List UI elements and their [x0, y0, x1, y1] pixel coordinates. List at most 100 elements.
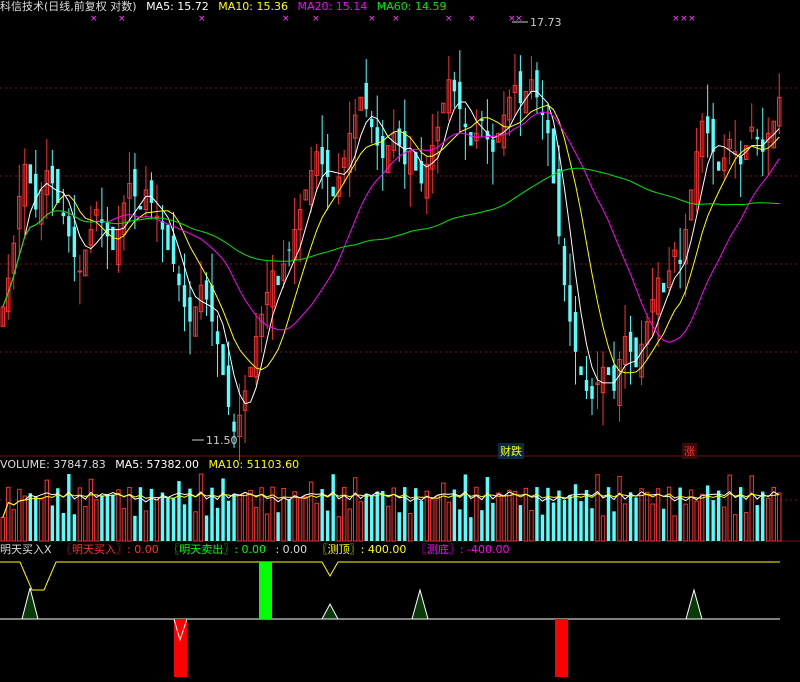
volume-bar	[661, 508, 666, 541]
volume-bar	[672, 515, 677, 542]
candle-body	[738, 156, 743, 165]
volume-bar	[639, 488, 644, 542]
indicator-sell: 〖明天卖出〗: 0.00	[168, 543, 266, 556]
candle-body	[518, 71, 523, 104]
volume-bar	[386, 505, 391, 542]
candle-body	[177, 273, 181, 286]
candle-body	[590, 386, 594, 399]
volume-bar	[88, 478, 94, 542]
top-cross-marker: ×	[118, 14, 126, 24]
volume-bar	[331, 474, 335, 541]
volume-bar	[617, 475, 622, 542]
volume-bar	[182, 504, 187, 541]
stock-chart: 17.73 11.50 × × × × × × × × × × × × × ×	[0, 14, 800, 677]
top-cross-marker: ×	[672, 14, 680, 24]
volume-bar	[111, 494, 115, 541]
volume-ma5: MA5: 57382.00	[115, 458, 199, 471]
volume-bar	[529, 509, 534, 542]
ma5-value: MA5: 15.72	[146, 0, 209, 13]
candle-body	[370, 118, 374, 128]
bottom-signal-spike	[411, 588, 429, 620]
candle-body	[612, 365, 616, 391]
volume-bar	[336, 516, 341, 542]
volume-bar	[50, 505, 55, 541]
low-price-label: 11.50	[206, 434, 238, 447]
volume-bar	[375, 491, 379, 541]
volume-bar	[523, 487, 529, 542]
volume-bar	[358, 501, 363, 542]
volume-bar	[56, 488, 60, 541]
volume-bar	[424, 490, 430, 542]
candle-body	[711, 118, 715, 152]
candle-body	[182, 285, 187, 307]
buy-signal-bar	[555, 619, 568, 677]
candle-body	[584, 379, 589, 391]
volume-bar	[364, 493, 368, 541]
candle-body	[546, 119, 550, 134]
volume-bar	[204, 515, 209, 541]
sell-signal-bar	[259, 562, 272, 619]
price-header: 科信技术(日线,前复权 对数) MA5: 15.72 MA10: 15.36 M…	[0, 0, 452, 14]
volume-bar	[634, 497, 638, 541]
indicator-buy: 〖明天买入〗: 0.00	[61, 543, 159, 556]
volume-bar	[28, 493, 32, 541]
signal-indicator	[0, 561, 780, 677]
volume-bar	[579, 501, 583, 541]
volume-bar	[755, 505, 759, 541]
top-cross-marker: ×	[680, 14, 688, 24]
top-cross-marker: ×	[368, 14, 376, 24]
volume-bar	[370, 495, 374, 541]
candle-body	[381, 135, 385, 159]
candle-body	[325, 149, 330, 178]
volume-bar	[11, 509, 16, 542]
candle-body	[469, 132, 473, 146]
volume-bar	[458, 509, 462, 541]
volume-bar	[17, 488, 22, 542]
candle-body	[34, 173, 38, 210]
volume-bar	[248, 489, 253, 542]
volume-bar	[276, 512, 280, 541]
volume-bar	[743, 512, 749, 542]
volume-bar	[766, 497, 771, 542]
volume-bar	[705, 485, 710, 541]
top-cross-marker: ×	[90, 14, 98, 24]
candle-body	[166, 224, 170, 251]
volume-bar	[711, 500, 715, 541]
volume-bar	[546, 487, 550, 541]
volume-bar	[121, 508, 127, 542]
volume-header: VOLUME: 37847.83 MA5: 57382.00 MA10: 511…	[0, 458, 305, 472]
candle-body	[133, 169, 137, 197]
volume-bar	[287, 499, 291, 541]
top-signal-line	[0, 561, 780, 591]
top-cross-marker: ×	[282, 14, 290, 24]
volume-bar	[292, 491, 297, 542]
volume-bar	[446, 501, 452, 542]
volume-bar	[160, 492, 165, 541]
volume-bar	[193, 511, 198, 542]
indicator-bottom: 〖测底〗: -400.00	[415, 543, 510, 556]
candle-body	[579, 366, 583, 376]
volume-bar	[0, 517, 5, 542]
chart-title: 科信技术(日线,前复权 对数)	[0, 0, 137, 13]
candle-body	[226, 365, 231, 407]
candle-body	[568, 285, 572, 322]
volume-bar	[133, 515, 137, 541]
volume-bar	[721, 506, 727, 542]
candle-body	[221, 344, 225, 376]
ma10-line	[2, 104, 780, 374]
volume-bar	[430, 498, 435, 542]
candle-body	[628, 331, 633, 352]
candle-body	[215, 331, 220, 345]
volume-bar	[149, 488, 154, 541]
price-candles	[0, 50, 782, 461]
candle-body	[171, 235, 176, 264]
volume-bar	[188, 488, 192, 541]
bottom-signal-spike	[321, 602, 339, 620]
candle-body	[28, 164, 32, 184]
volume-bar	[22, 495, 27, 542]
volume-bar	[584, 489, 589, 541]
volume-bar	[408, 512, 413, 542]
volume-bar	[551, 502, 556, 541]
volume-bar	[557, 490, 561, 541]
volume-bar	[568, 495, 572, 541]
